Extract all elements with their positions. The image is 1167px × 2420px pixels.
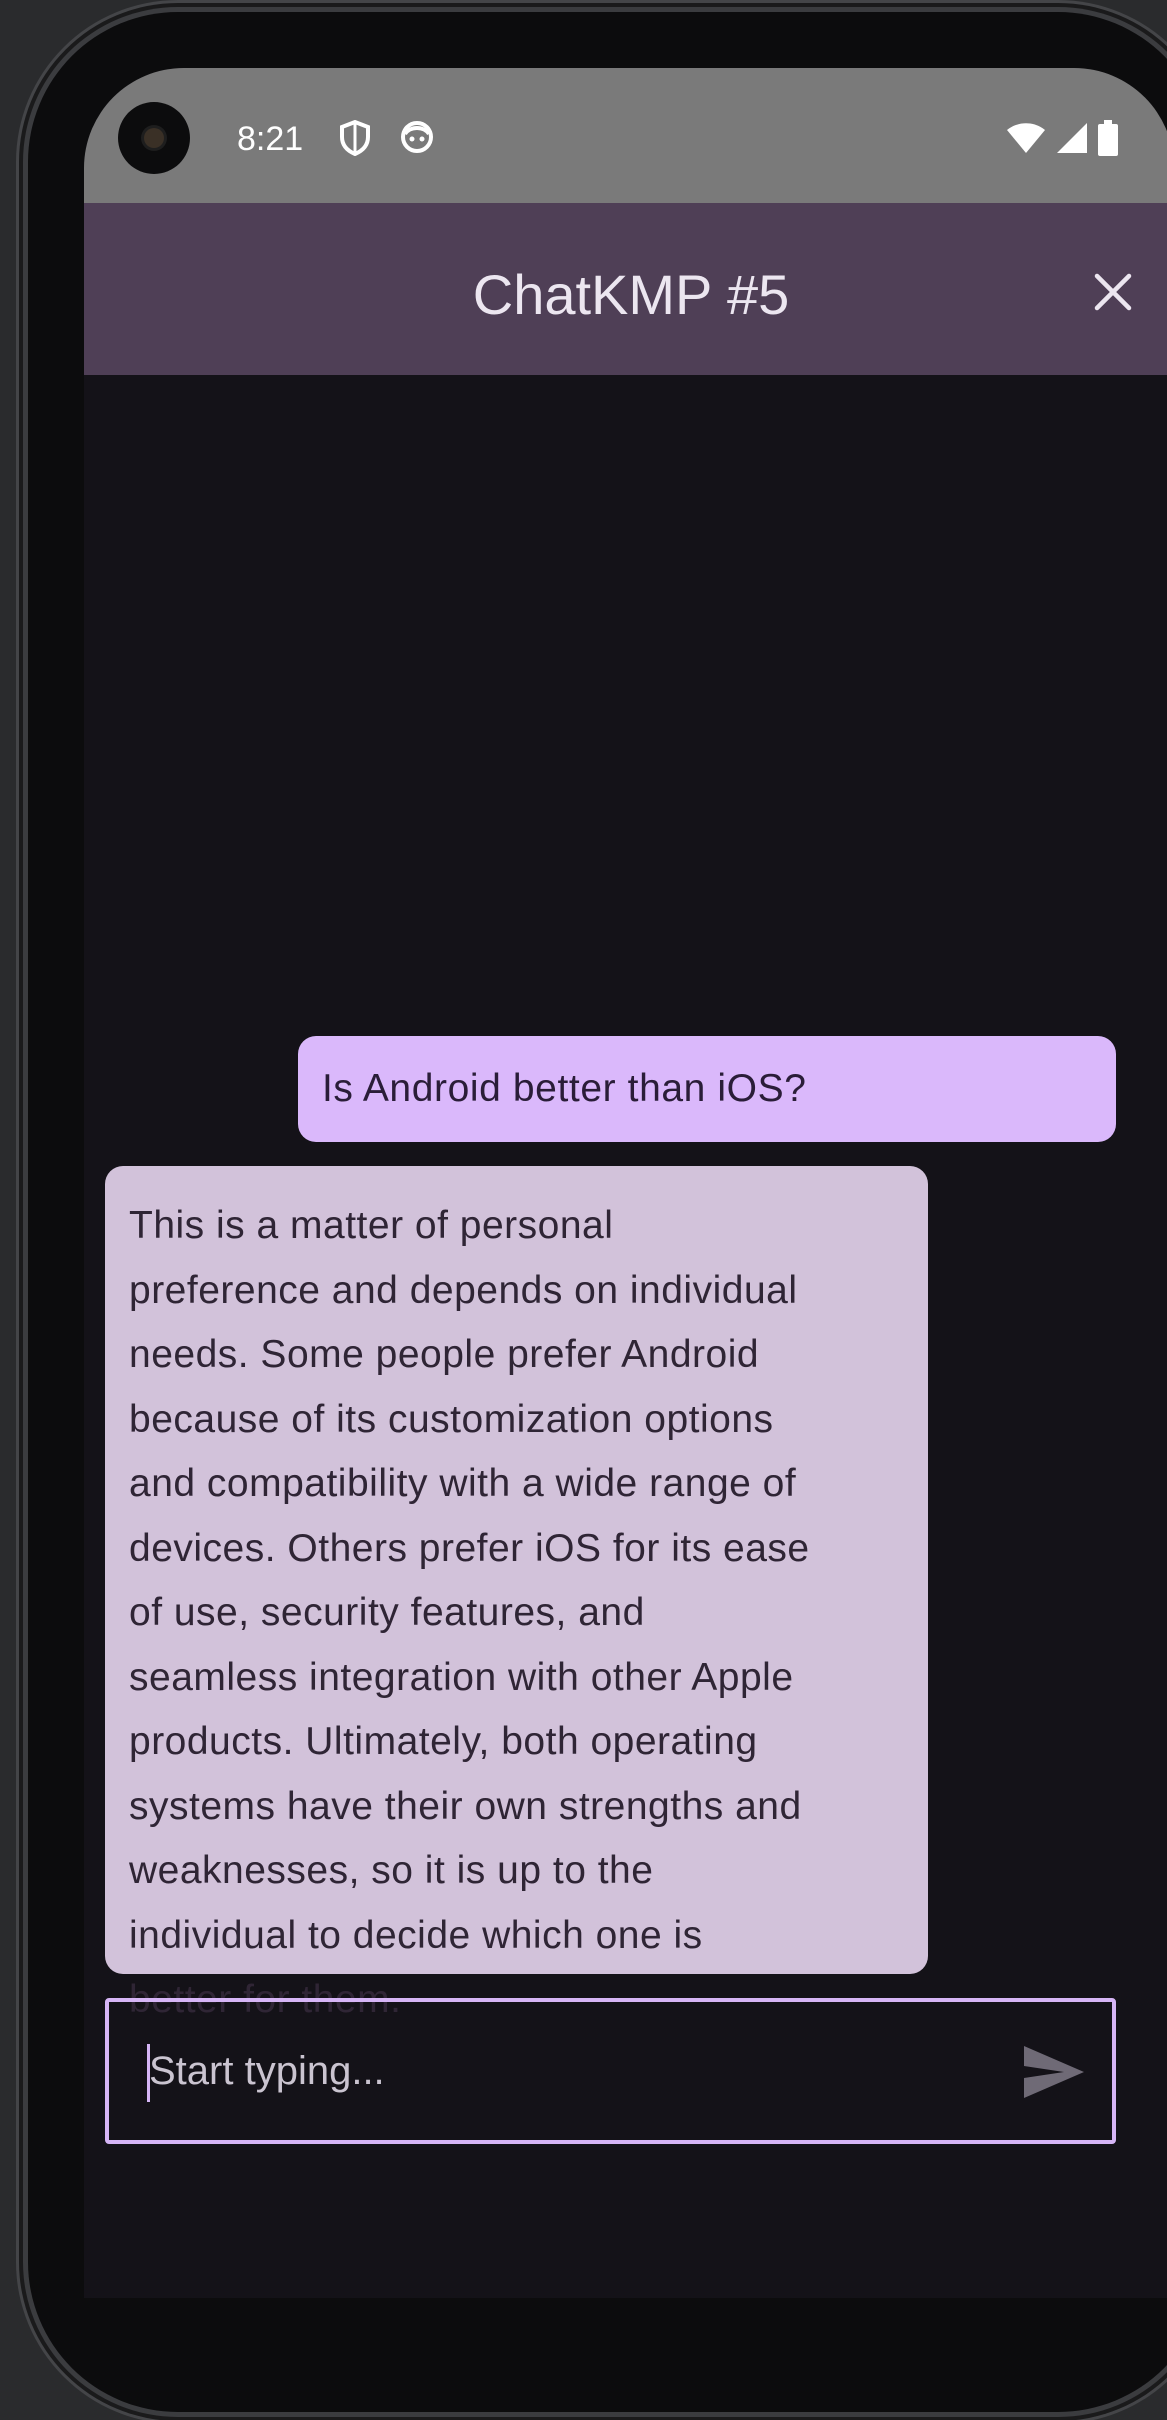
send-icon: [1024, 2046, 1084, 2098]
message-line: of use, security features, and: [129, 1591, 645, 1634]
message-line: and compatibility with a wide range of: [129, 1462, 797, 1505]
battery-icon: [1098, 120, 1118, 161]
app-screen: 8:21 ChatKMP #5 Is Android better than i…: [84, 68, 1167, 2298]
message-line: devices. Others prefer iOS for its ease: [129, 1526, 810, 1570]
wifi-icon: [1006, 122, 1046, 159]
status-right-icons: [1006, 120, 1118, 161]
message-line: needs. Some people prefer Android: [129, 1333, 760, 1376]
message-composer: [105, 1998, 1116, 2144]
user-message-text: Is Android better than iOS?: [322, 1067, 807, 1110]
message-line: because of its customization options: [129, 1397, 774, 1441]
status-time: 8:21: [237, 120, 304, 158]
camera-cutout: [118, 102, 190, 174]
message-line: This is a matter of personal: [129, 1204, 614, 1247]
message-line: products. Ultimately, both operating: [129, 1720, 758, 1763]
shield-icon: [339, 119, 371, 161]
message-line: systems have their own strengths and: [129, 1784, 802, 1828]
message-line: preference and depends on individual: [129, 1268, 798, 1312]
close-button[interactable]: [1078, 257, 1148, 327]
message-line: seamless integration with other Apple: [129, 1655, 794, 1699]
signal-icon: [1056, 122, 1088, 159]
page-title: ChatKMP #5: [472, 263, 790, 326]
app-bar: ChatKMP #5: [84, 203, 1167, 375]
message-line: weaknesses, so it is up to the: [129, 1849, 654, 1892]
message-line: individual to decide which one is: [129, 1913, 703, 1957]
user-message-bubble: Is Android better than iOS?: [298, 1036, 1116, 1142]
assistant-message-bubble: This is a matter of personal preference …: [105, 1166, 928, 2021]
send-button[interactable]: [1022, 2044, 1086, 2100]
close-icon: [1094, 273, 1132, 311]
message-input[interactable]: [149, 2002, 969, 2140]
face-icon: [400, 120, 434, 159]
status-bar: 8:21: [84, 68, 1167, 203]
